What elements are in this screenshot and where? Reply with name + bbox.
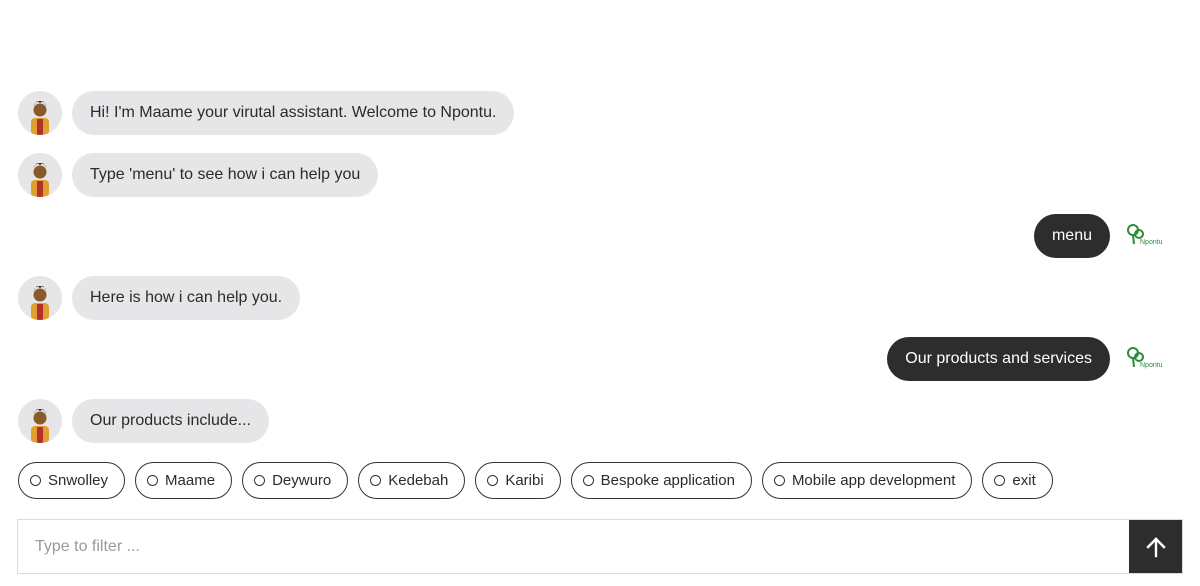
filter-input[interactable]: [18, 520, 1129, 573]
quick-reply-options: Snwolley Maame Deywuro Kedebah Karibi Be…: [18, 462, 1053, 499]
option-kedebah[interactable]: Kedebah: [358, 462, 466, 499]
option-exit[interactable]: exit: [982, 462, 1053, 499]
radio-icon: [147, 475, 159, 486]
bot-message-bubble: Here is how i can help you.: [72, 276, 301, 320]
radio-icon: [254, 475, 266, 486]
option-label: Kedebah: [388, 472, 449, 489]
assistant-avatar: [18, 276, 62, 320]
radio-icon: [582, 475, 594, 486]
bot-message-bubble: Type 'menu' to see how i can help you: [72, 153, 379, 197]
option-deywuro[interactable]: Deywuro: [242, 462, 349, 499]
user-message-bubble: Our products and services: [887, 337, 1110, 381]
user-message: menu Npontu: [0, 214, 1200, 258]
assistant-avatar: [18, 153, 62, 197]
option-label: Karibi: [505, 472, 544, 489]
option-label: Mobile app development: [791, 472, 956, 489]
radio-icon: [370, 475, 382, 486]
option-label: Snwolley: [48, 472, 109, 489]
option-label: Maame: [165, 472, 216, 489]
send-button[interactable]: [1129, 520, 1182, 573]
radio-icon: [30, 475, 41, 486]
option-label: Deywuro: [272, 472, 332, 489]
logo-text: Npontu: [1140, 362, 1163, 369]
assistant-avatar: [18, 91, 62, 135]
bot-message: Here is how i can help you.: [0, 276, 1200, 320]
option-bespoke-application[interactable]: Bespoke application: [570, 462, 752, 499]
bot-message-bubble: Our products include...: [72, 399, 269, 443]
assistant-avatar: [18, 399, 62, 443]
bot-message: Type 'menu' to see how i can help you: [0, 153, 1200, 197]
bot-message-bubble: Hi! I'm Maame your virutal assistant. We…: [72, 91, 515, 135]
option-mobile-app-development[interactable]: Mobile app development: [761, 462, 973, 499]
option-maame[interactable]: Maame: [135, 462, 233, 499]
radio-icon: [487, 475, 499, 486]
arrow-up-icon: [1145, 536, 1166, 557]
radio-icon: [773, 475, 785, 486]
option-karibi[interactable]: Karibi: [475, 462, 561, 499]
message-input-bar: [17, 519, 1183, 574]
option-label: exit: [1012, 472, 1036, 489]
option-label: Bespoke application: [600, 472, 735, 489]
logo-text: Npontu: [1140, 239, 1163, 246]
user-message: Our products and services Npontu: [0, 337, 1200, 381]
option-snwolley[interactable]: Snwolley: [18, 462, 126, 499]
radio-icon: [994, 475, 1006, 486]
chat-window: Hi! I'm Maame your virutal assistant. We…: [0, 0, 1200, 586]
user-message-bubble: menu: [1033, 214, 1110, 258]
bot-message: Our products include...: [0, 399, 1200, 443]
npontu-logo: Npontu: [1124, 215, 1166, 257]
bot-message: Hi! I'm Maame your virutal assistant. We…: [0, 91, 1200, 135]
npontu-logo: Npontu: [1124, 338, 1166, 380]
